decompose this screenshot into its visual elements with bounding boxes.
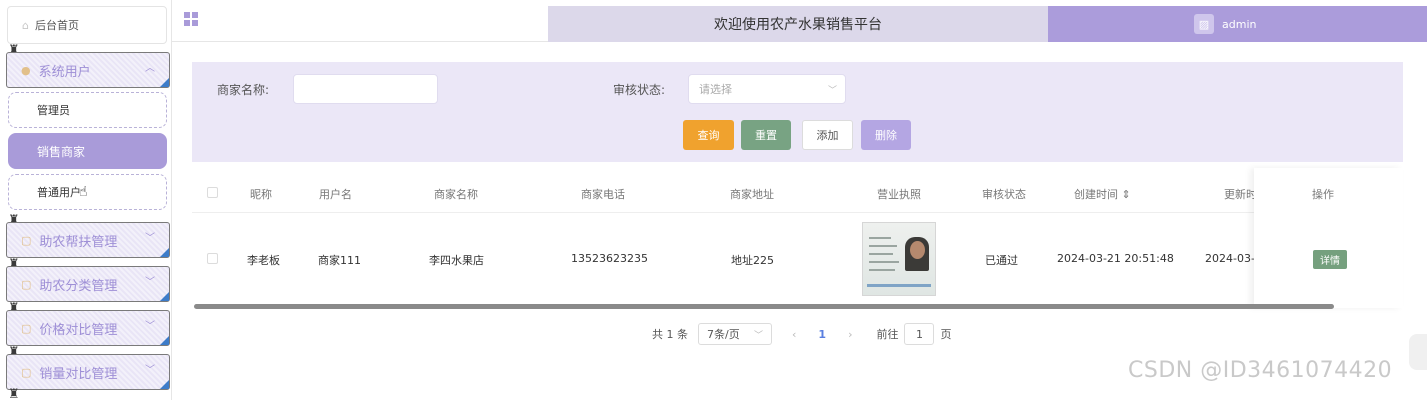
sidebar-menu-label: 销量对比管理 [39,366,118,382]
sidebar-menu-label: 系统用户 [38,64,91,80]
goto-page-input[interactable]: 1 [904,323,935,345]
sidebar-item-label: 销售商家 [37,144,86,159]
goto-label: 前往 [876,328,899,341]
sidebar-item-label: 普通用户 [37,186,81,199]
page-number-current[interactable]: 1 [818,328,826,341]
select-placeholder: 请选择 [699,83,732,96]
home-icon: ⌂ [22,18,29,32]
horizontal-scrollbar[interactable] [194,304,1334,309]
next-page-icon[interactable]: › [848,328,852,341]
chevron-down-icon: ﹀ [145,321,155,332]
chevron-down-icon: ﹀ [753,330,763,341]
user-menu[interactable]: ▨ admin [1048,6,1427,42]
column-header: 审核状态 [982,188,1026,201]
search-panel: 商家名称: 审核状态: 请选择 ﹀ 查询 重置 添加 删除 [192,62,1403,162]
cell-phone: 13523623235 [571,252,648,265]
chevron-down-icon: ﹀ [145,277,155,288]
reset-button[interactable]: 重置 [741,120,791,150]
menu-grid-icon[interactable] [184,12,198,26]
header-divider [192,212,1403,213]
fold-corner [160,78,169,87]
sidebar-item-label: 管理员 [37,104,70,117]
column-header: 营业执照 [877,188,921,201]
merchant-name-label: 商家名称: [217,83,270,97]
sidebar-menu-sales-compare[interactable]: ▢ 销量对比管理 ﹀ [6,354,170,390]
watermark: CSDN @ID3461074420 [1128,358,1393,383]
fold-corner [160,248,169,257]
column-header: 商家地址 [730,188,774,201]
prev-page-icon[interactable]: ‹ [792,328,796,341]
column-header: 商家电话 [581,188,625,201]
column-header: 昵称 [250,188,272,201]
sidebar-menu-label: 助农帮扶管理 [39,234,118,250]
cell-merchant-name: 李四水果店 [429,254,484,267]
fold-corner [160,292,169,301]
column-header: 商家名称 [434,188,478,201]
cell-username: 商家111 [318,254,361,267]
document-icon: ▢ [21,277,32,291]
document-icon: ▢ [21,365,32,379]
sidebar-menu-label: 价格对比管理 [39,322,118,338]
column-header-action: 操作 [1312,188,1334,201]
chevron-up-icon: ︿ [145,63,155,74]
cell-nickname: 李老板 [247,254,280,267]
side-tab-handle[interactable] [1409,334,1427,370]
cell-status: 已通过 [985,254,1018,267]
page-size-value: 7条/页 [707,328,740,341]
fold-corner [160,336,169,345]
top-bar: 欢迎使用农产水果销售平台 ▨ admin [172,0,1427,42]
sidebar-menu-aid[interactable]: ▢ 助农帮扶管理 ﹀ [6,222,170,258]
audit-status-select[interactable]: 请选择 ﹀ [688,74,846,104]
audit-status-label: 审核状态: [613,83,666,97]
sidebar-menu-price-compare[interactable]: ▢ 价格对比管理 ﹀ [6,310,170,346]
column-header: 用户名 [319,188,352,201]
row-checkbox[interactable] [207,253,218,264]
document-icon: ▢ [21,233,32,247]
page-title: 欢迎使用农产水果销售平台 [548,6,1048,42]
fixed-action-column: 操作 [1254,168,1403,308]
avatar-image-icon: ▨ [1194,14,1214,34]
add-button[interactable]: 添加 [802,120,853,150]
sidebar-menu-category[interactable]: ▢ 助农分类管理 ﹀ [6,266,170,302]
sidebar-item-label: 后台首页 [34,19,79,32]
pagination: 共 1 条 7条/页 ﹀ ‹ 1 › 前往 1 页 [652,322,951,346]
fold-corner [160,380,169,389]
page-size-select[interactable]: 7条/页 ﹀ [698,323,772,345]
query-button[interactable]: 查询 [683,120,734,150]
detail-button[interactable]: 详情 [1313,250,1347,269]
sidebar-item-normal-users[interactable]: 普通用户 ☝ [8,174,167,210]
hand-cursor-icon: ☝ [79,184,88,200]
column-header-sortable[interactable]: 创建时间 ⇕ [1074,186,1131,202]
user-icon: ● [21,63,31,77]
total-count: 共 1 条 [652,328,688,341]
sidebar: ⌂ 后台首页 ♜ ● 系统用户 ︿ 管理员 销售商家 普通用户 ☝ ♜ ▢ 助农… [0,0,172,402]
column-header: 更新时 [1224,188,1257,201]
chevron-down-icon: ﹀ [145,233,155,244]
sidebar-menu-system-users[interactable]: ● 系统用户 ︿ [6,52,170,88]
chevron-down-icon: ﹀ [145,365,155,376]
sidebar-item-home[interactable]: ⌂ 后台首页 [7,6,167,44]
chevron-down-icon: ﹀ [827,86,837,96]
sidebar-item-merchants[interactable]: 销售商家 [8,133,167,169]
document-icon: ▢ [21,321,32,335]
merchant-table: 昵称 用户名 商家名称 商家电话 商家地址 营业执照 审核状态 创建时间 ⇕ 更… [192,168,1403,309]
page-unit-label: 页 [940,328,952,341]
username-label: admin [1222,17,1257,31]
sidebar-item-admin[interactable]: 管理员 [8,92,167,128]
cell-address: 地址225 [731,254,774,267]
delete-button[interactable]: 删除 [861,120,911,150]
sidebar-menu-label: 助农分类管理 [39,278,118,294]
merchant-name-input[interactable] [293,74,438,104]
business-license-image[interactable] [862,222,936,296]
select-all-checkbox[interactable] [207,187,218,198]
cell-created-time: 2024-03-21 20:51:48 [1057,252,1174,265]
